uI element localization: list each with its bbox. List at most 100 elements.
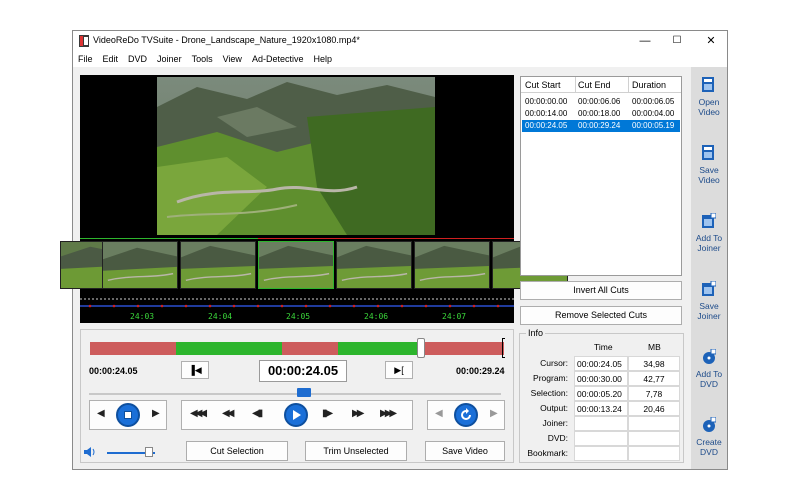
menu-ad-detective[interactable]: Ad-Detective (247, 51, 309, 64)
mark-in-button[interactable]: ▐◀ (181, 361, 209, 379)
save-joiner-button[interactable]: Save Joiner (691, 275, 727, 339)
cut-marker-handle[interactable] (417, 338, 425, 358)
open-video-button[interactable]: Open Video (691, 71, 727, 135)
rewind-fast-button[interactable]: ◀◀◀ (190, 408, 207, 419)
filmstrip-green-line (80, 238, 258, 239)
current-timecode[interactable]: 00:00:24.05 (259, 360, 347, 382)
play-button[interactable] (284, 403, 308, 427)
cell-start: 00:00:14.00 (525, 109, 568, 118)
save-video-button[interactable]: Save Video (425, 441, 505, 461)
save-joiner-icon (702, 281, 716, 296)
rewind-button[interactable]: ◀◀ (222, 408, 235, 419)
frame-fwd-button[interactable]: ▶ (152, 408, 160, 419)
add-joiner-icon (702, 213, 716, 228)
info-mb: 42,77 (628, 371, 680, 386)
sidebar-label: Save Joiner (691, 301, 727, 321)
maximize-button[interactable]: ☐ (667, 33, 687, 49)
thumbnail-current[interactable] (258, 241, 334, 289)
cell-end: 00:00:18.00 (578, 109, 621, 118)
position-slider-track[interactable] (89, 393, 501, 395)
frame-control-group: ◀ ▶ (89, 400, 167, 430)
info-label: Output: (540, 403, 568, 413)
info-label: Cursor: (540, 358, 568, 368)
cuts-header: Cut Start Cut End Duration (521, 77, 681, 93)
sidebar-label: Create DVD (691, 437, 727, 457)
segment-cut[interactable] (420, 342, 504, 355)
play-icon (293, 410, 301, 420)
filmstrip[interactable] (60, 238, 568, 294)
volume-slider-knob[interactable] (145, 447, 153, 457)
thumbnail[interactable] (102, 241, 178, 289)
save-video-sidebar-button[interactable]: Save Video (691, 139, 727, 203)
cell-duration: 00:00:06.05 (632, 97, 675, 106)
cut-selection-button[interactable]: Cut Selection (186, 441, 288, 461)
info-time: 00:00:30.00 (574, 371, 628, 386)
frame-back-button[interactable]: ◀ (97, 408, 105, 419)
minimize-button[interactable]: — (635, 33, 655, 49)
cell-start: 00:00:00.00 (525, 97, 568, 106)
close-button[interactable]: ✕ (701, 33, 721, 49)
nav-left-button[interactable]: ◀ (435, 408, 443, 419)
refresh-icon (461, 408, 471, 420)
app-icon (79, 35, 89, 47)
selection-start-time: 00:00:24.05 (89, 366, 138, 376)
stop-button[interactable] (116, 403, 140, 427)
segment-cut[interactable] (90, 342, 176, 355)
label-line: Joiner (697, 311, 721, 321)
add-to-joiner-button[interactable]: Add To Joiner (691, 207, 727, 271)
sidebar-label: Add To DVD (691, 369, 727, 389)
cuts-list[interactable]: Cut Start Cut End Duration 00:00:00.00 0… (520, 76, 682, 276)
forward-fast-button[interactable]: ▶▶▶ (380, 408, 397, 419)
label-line: Joiner (697, 243, 721, 253)
col-duration[interactable]: Duration (632, 80, 666, 90)
timeline-label: 24:05 (286, 312, 311, 321)
menu-dvd[interactable]: DVD (123, 51, 152, 64)
segment-keep[interactable] (338, 342, 420, 355)
menu-file[interactable]: File (73, 51, 98, 64)
add-to-dvd-button[interactable]: Add To DVD (691, 343, 727, 407)
invert-all-cuts-button[interactable]: Invert All Cuts (520, 281, 682, 300)
label-line: Open (698, 97, 720, 107)
end-marker (502, 338, 505, 358)
trim-unselected-button[interactable]: Trim Unselected (305, 441, 407, 461)
create-dvd-icon (703, 417, 716, 432)
remove-selected-cuts-button[interactable]: Remove Selected Cuts (520, 306, 682, 325)
col-cut-start[interactable]: Cut Start (525, 80, 561, 90)
info-mb (628, 431, 680, 446)
menu-joiner[interactable]: Joiner (152, 51, 187, 64)
position-slider-knob[interactable] (297, 388, 311, 397)
thumbnail[interactable] (336, 241, 412, 289)
table-row-selected[interactable]: 00:00:24.05 00:00:29.24 00:00:05.19 (522, 120, 680, 132)
table-row[interactable]: 00:00:14.00 00:00:18.00 00:00:04.00 (522, 108, 680, 120)
info-time (574, 446, 628, 461)
col-cut-end[interactable]: Cut End (578, 80, 611, 90)
thumbnail[interactable] (180, 241, 256, 289)
selection-end-time: 00:00:29.24 (456, 366, 505, 376)
mark-out-button[interactable]: ▶[ (385, 361, 413, 379)
forward-button[interactable]: ▶▶ (352, 408, 365, 419)
title-bar: VideoReDo TVSuite - Drone_Landscape_Natu… (73, 31, 727, 51)
table-row[interactable]: 00:00:00.00 00:00:06.06 00:00:06.05 (522, 96, 680, 108)
jump-button[interactable] (454, 403, 478, 427)
segment-cut[interactable] (282, 342, 338, 355)
step-back-button[interactable]: ◀▮ (252, 408, 263, 419)
menu-view[interactable]: View (218, 51, 247, 64)
volume-icon[interactable] (83, 445, 97, 459)
cell-end: 00:00:29.24 (578, 121, 621, 130)
timeline-ruler[interactable]: 24:03 24:04 24:05 24:06 24:07 (80, 293, 514, 323)
segment-keep[interactable] (176, 342, 282, 355)
step-fwd-button[interactable]: ▮▶ (322, 408, 333, 419)
thumbnail[interactable] (414, 241, 490, 289)
menu-help[interactable]: Help (308, 51, 337, 64)
info-col-mb: MB (648, 342, 661, 352)
label-line: DVD (700, 447, 718, 457)
nav-right-button[interactable]: ▶ (490, 408, 498, 419)
menu-tools[interactable]: Tools (187, 51, 218, 64)
cell-duration: 00:00:05.19 (632, 121, 675, 130)
create-dvd-button[interactable]: Create DVD (691, 411, 727, 475)
menu-edit[interactable]: Edit (98, 51, 124, 64)
cell-duration: 00:00:04.00 (632, 109, 675, 118)
info-time (574, 431, 628, 446)
menu-bar: File Edit DVD Joiner Tools View Ad-Detective He… (73, 51, 727, 67)
sidebar-label: Open Video (691, 97, 727, 117)
